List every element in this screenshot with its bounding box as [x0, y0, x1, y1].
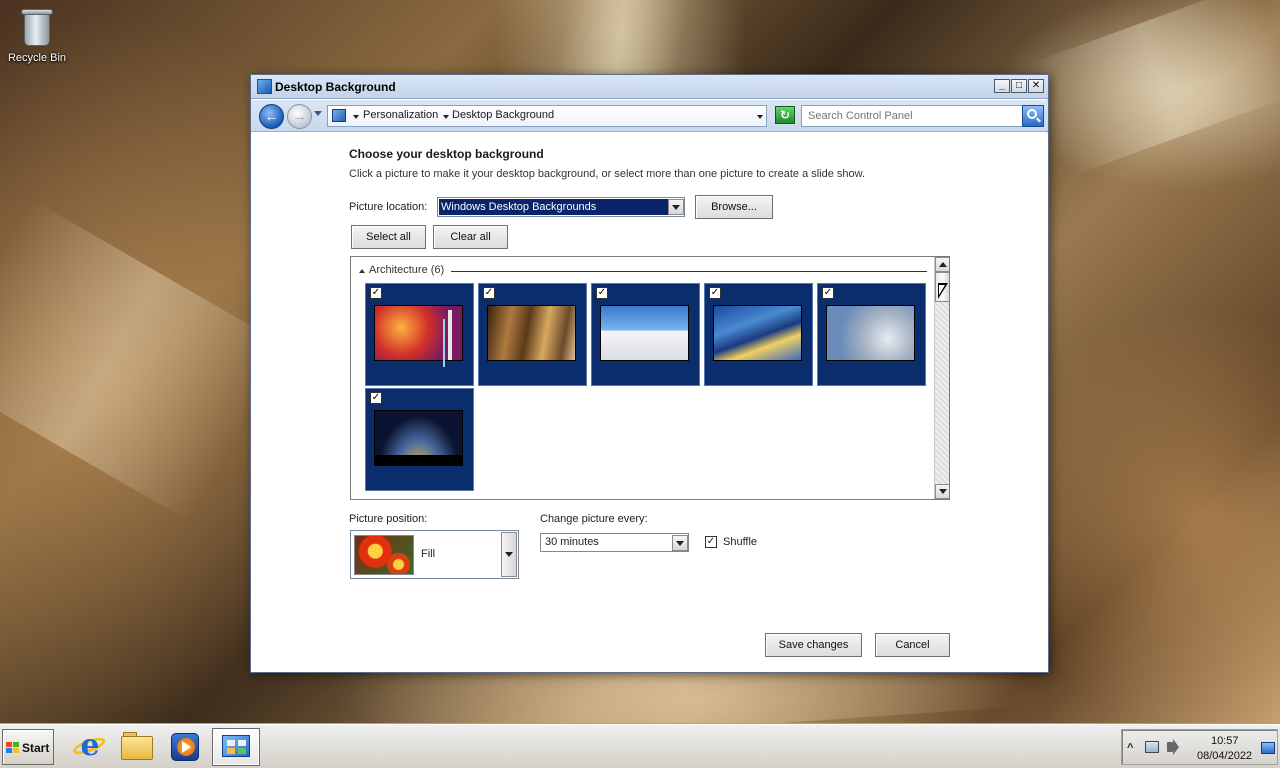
clock-date[interactable]: 08/04/2022 — [1197, 750, 1252, 762]
change-picture-select[interactable]: 30 minutes — [540, 533, 689, 552]
control-panel-icon — [222, 735, 250, 757]
main-content: Choose your desktop background Click a p… — [251, 133, 1048, 672]
select-all-button[interactable]: Select all — [351, 225, 426, 249]
recycle-bin-icon — [20, 6, 54, 48]
picture-position-value: Fill — [421, 548, 436, 560]
picture-location-select[interactable]: Windows Desktop Backgrounds — [437, 197, 685, 217]
show-hidden-icons-button[interactable]: ^ — [1127, 742, 1133, 754]
wallpaper-tile[interactable]: ✓ — [704, 283, 813, 386]
wallpaper-highlight — [1026, 0, 1280, 178]
scroll-up-button[interactable] — [935, 257, 949, 272]
search-box[interactable] — [801, 105, 1023, 127]
network-icon[interactable] — [1145, 741, 1159, 753]
taskbar: Start e ^ 10:57 08/04/2022 — [0, 724, 1280, 768]
taskbar-button-desktop-background[interactable] — [212, 728, 260, 766]
close-button[interactable]: ✕ — [1028, 79, 1044, 93]
start-label: Start — [22, 741, 50, 755]
tile-checkbox[interactable]: ✓ — [709, 287, 721, 299]
group-header-architecture[interactable]: Architecture (6) — [369, 264, 444, 276]
chevron-down-icon[interactable] — [501, 532, 517, 577]
tile-checkbox[interactable]: ✓ — [370, 392, 382, 404]
internet-explorer-icon[interactable]: e — [70, 730, 108, 764]
change-picture-value: 30 minutes — [545, 536, 599, 548]
picture-position-label: Picture position: — [349, 513, 428, 525]
save-changes-button[interactable]: Save changes — [765, 633, 862, 657]
wallpaper-tile[interactable]: ✓ — [478, 283, 587, 386]
desktop-icon-label: Recycle Bin — [7, 52, 67, 64]
search-input[interactable] — [802, 106, 1022, 126]
desktop-background-window: Desktop Background _ □ ✕ ← → Personaliza… — [250, 74, 1049, 673]
show-desktop-icon[interactable] — [1261, 742, 1275, 754]
page-title: Choose your desktop background — [349, 147, 544, 161]
control-panel-icon — [332, 109, 346, 122]
wallpaper-thumbnail — [374, 305, 463, 361]
tile-checkbox[interactable]: ✓ — [596, 287, 608, 299]
windows-media-player-icon[interactable] — [168, 730, 202, 764]
mouse-pointer-icon — [938, 283, 948, 299]
tile-checkbox[interactable]: ✓ — [370, 287, 382, 299]
change-picture-label: Change picture every: — [540, 513, 648, 525]
wallpaper-tile[interactable]: ✓ — [817, 283, 926, 386]
wallpaper-thumbnail — [713, 305, 802, 361]
minimize-button[interactable]: _ — [994, 79, 1010, 93]
browse-button[interactable]: Browse... — [695, 195, 773, 219]
shuffle-label[interactable]: Shuffle — [723, 536, 757, 548]
chevron-down-icon[interactable] — [668, 199, 684, 215]
wallpaper-thumbnail — [374, 410, 463, 466]
notification-area: ^ 10:57 08/04/2022 — [1121, 729, 1278, 765]
volume-icon[interactable] — [1167, 742, 1173, 752]
address-history-chevron-icon[interactable] — [757, 115, 763, 119]
position-preview-thumbnail — [354, 535, 414, 575]
collapse-group-icon[interactable] — [359, 269, 365, 273]
breadcrumb-personalization[interactable]: Personalization — [363, 109, 438, 121]
wallpaper-thumbnail — [600, 305, 689, 361]
window-title: Desktop Background — [275, 80, 396, 94]
forward-arrow-icon: → — [292, 108, 307, 124]
wallpaper-tile[interactable]: ✓ — [365, 283, 474, 386]
title-bar[interactable]: Desktop Background _ □ ✕ — [251, 75, 1048, 99]
picture-location-label: Picture location: — [349, 201, 428, 213]
chevron-down-icon[interactable] — [353, 115, 359, 119]
chevron-down-icon[interactable] — [443, 115, 449, 119]
chevron-down-icon[interactable] — [672, 535, 688, 551]
wallpaper-tile[interactable]: ✓ — [591, 283, 700, 386]
clear-all-button[interactable]: Clear all — [433, 225, 508, 249]
picture-location-value: Windows Desktop Backgrounds — [438, 198, 669, 216]
control-panel-icon — [257, 79, 272, 94]
desktop-icon-recycle-bin[interactable]: Recycle Bin — [6, 6, 68, 64]
refresh-button[interactable]: ↻ — [775, 106, 795, 124]
clock-time[interactable]: 10:57 — [1211, 735, 1239, 747]
start-button[interactable]: Start — [2, 729, 54, 765]
page-description: Click a picture to make it your desktop … — [349, 168, 866, 180]
back-button[interactable]: ← — [259, 104, 284, 129]
tile-checkbox[interactable]: ✓ — [483, 287, 495, 299]
scroll-down-button[interactable] — [935, 484, 949, 499]
wallpaper-thumbnail — [826, 305, 915, 361]
forward-button[interactable]: → — [287, 104, 312, 129]
maximize-button[interactable]: □ — [1011, 79, 1027, 93]
windows-logo-icon — [6, 742, 20, 754]
recent-pages-dropdown[interactable] — [314, 111, 322, 116]
wallpaper-tile[interactable]: ✓ — [365, 388, 474, 491]
address-bar: ← → Personalization Desktop Background ↻ — [251, 100, 1048, 132]
tile-checkbox[interactable]: ✓ — [822, 287, 834, 299]
picture-gallery: Architecture (6) ✓ ✓ ✓ ✓ ✓ ✓ — [350, 256, 950, 500]
group-divider — [451, 271, 927, 272]
refresh-icon: ↻ — [779, 108, 791, 122]
breadcrumb-desktop-background[interactable]: Desktop Background — [452, 109, 554, 121]
wallpaper-thumbnail — [487, 305, 576, 361]
wallpaper-highlight — [0, 198, 290, 522]
address-box[interactable]: Personalization Desktop Background — [327, 105, 767, 127]
cancel-button[interactable]: Cancel — [875, 633, 950, 657]
search-button[interactable] — [1022, 105, 1044, 127]
windows-explorer-icon[interactable] — [120, 730, 154, 764]
shuffle-checkbox[interactable]: ✓ — [705, 536, 717, 548]
back-arrow-icon: ← — [264, 108, 279, 124]
picture-position-select[interactable]: Fill — [350, 530, 519, 579]
